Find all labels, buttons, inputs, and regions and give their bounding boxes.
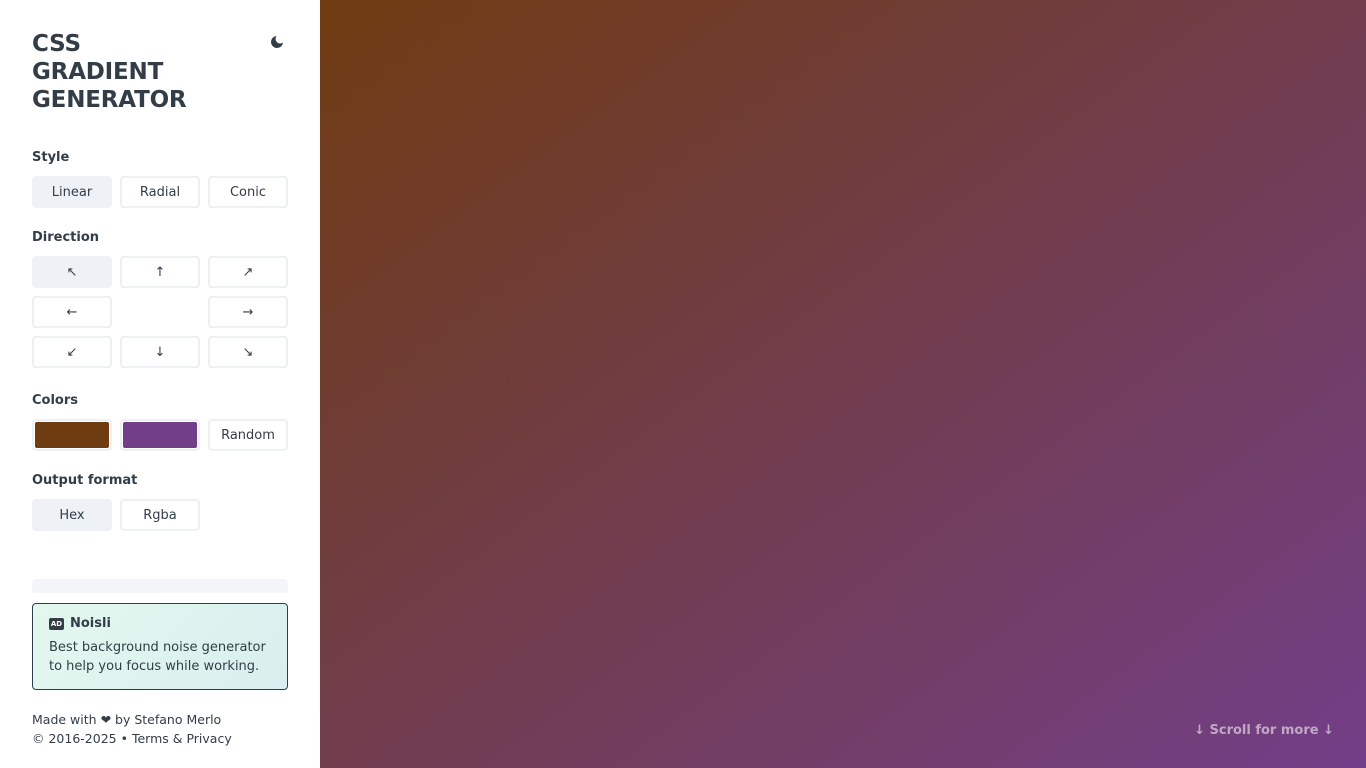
direction-top-button[interactable]: ↑	[120, 256, 200, 288]
output-format-label: Output format	[32, 473, 138, 488]
page-title: CSS GRADIENT GENERATOR	[32, 30, 232, 114]
ad-name: Noisli	[70, 616, 111, 631]
direction-label: Direction	[32, 230, 100, 245]
style-linear-button[interactable]: Linear	[32, 176, 112, 208]
title-line-2: GRADIENT	[32, 59, 164, 85]
arrow-left-icon: ←	[66, 304, 78, 320]
ad-text: Best background noise generator to help …	[49, 640, 266, 674]
sidebar: CSS GRADIENT GENERATOR Style Linear Radi…	[0, 0, 320, 768]
css-output-box[interactable]	[32, 579, 288, 593]
arrow-down-left-icon: ↙	[66, 344, 78, 360]
arrow-down-icon: ↓	[154, 344, 166, 360]
footer-credit: Made with ❤ by Stefano Merlo	[32, 710, 232, 729]
colors-label: Colors	[32, 393, 79, 408]
title-line-3: GENERATOR	[32, 87, 187, 113]
format-rgba-button[interactable]: Rgba	[120, 499, 200, 531]
direction-left-button[interactable]: ←	[32, 296, 112, 328]
color-1-fill	[35, 422, 109, 448]
arrow-down-right-icon: ↘	[242, 344, 254, 360]
made-with-prefix: Made with	[32, 712, 97, 727]
direction-bottom-right-button[interactable]: ↘	[208, 336, 288, 368]
ad-card[interactable]: AD Noisli Best background noise generato…	[32, 603, 288, 690]
direction-bottom-button[interactable]: ↓	[120, 336, 200, 368]
heart-icon: ❤	[100, 712, 112, 727]
format-hex-button[interactable]: Hex	[32, 499, 112, 531]
footer-copyright-line: © 2016-2025 • Terms & Privacy	[32, 729, 232, 748]
color-1-swatch[interactable]	[32, 419, 112, 451]
made-with-suffix: by Stefano Merlo	[115, 712, 222, 727]
scroll-hint[interactable]: ↓ Scroll for more ↓	[1194, 723, 1334, 738]
style-conic-button[interactable]: Conic	[208, 176, 288, 208]
arrow-up-right-icon: ↗	[242, 264, 254, 280]
direction-bottom-left-button[interactable]: ↙	[32, 336, 112, 368]
ad-badge-icon: AD	[49, 617, 64, 630]
style-label: Style	[32, 150, 70, 165]
style-radial-button[interactable]: Radial	[120, 176, 200, 208]
terms-privacy-link[interactable]: Terms & Privacy	[132, 731, 232, 746]
color-2-swatch[interactable]	[120, 419, 200, 451]
color-2-fill	[123, 422, 197, 448]
footer: Made with ❤ by Stefano Merlo © 2016-2025…	[32, 710, 232, 748]
copyright-text: © 2016-2025 •	[32, 731, 128, 746]
arrow-right-icon: →	[242, 304, 254, 320]
direction-right-button[interactable]: →	[208, 296, 288, 328]
gradient-preview: ↓ Scroll for more ↓	[320, 0, 1366, 768]
arrow-up-left-icon: ↖	[66, 264, 78, 280]
arrow-up-icon: ↑	[154, 264, 166, 280]
moon-icon	[271, 36, 283, 48]
direction-top-left-button[interactable]: ↖	[32, 256, 112, 288]
direction-top-right-button[interactable]: ↗	[208, 256, 288, 288]
random-colors-button[interactable]: Random	[208, 419, 288, 451]
title-line-1: CSS	[32, 31, 81, 57]
theme-toggle-button[interactable]	[266, 31, 288, 53]
ad-header: AD Noisli	[49, 616, 271, 631]
